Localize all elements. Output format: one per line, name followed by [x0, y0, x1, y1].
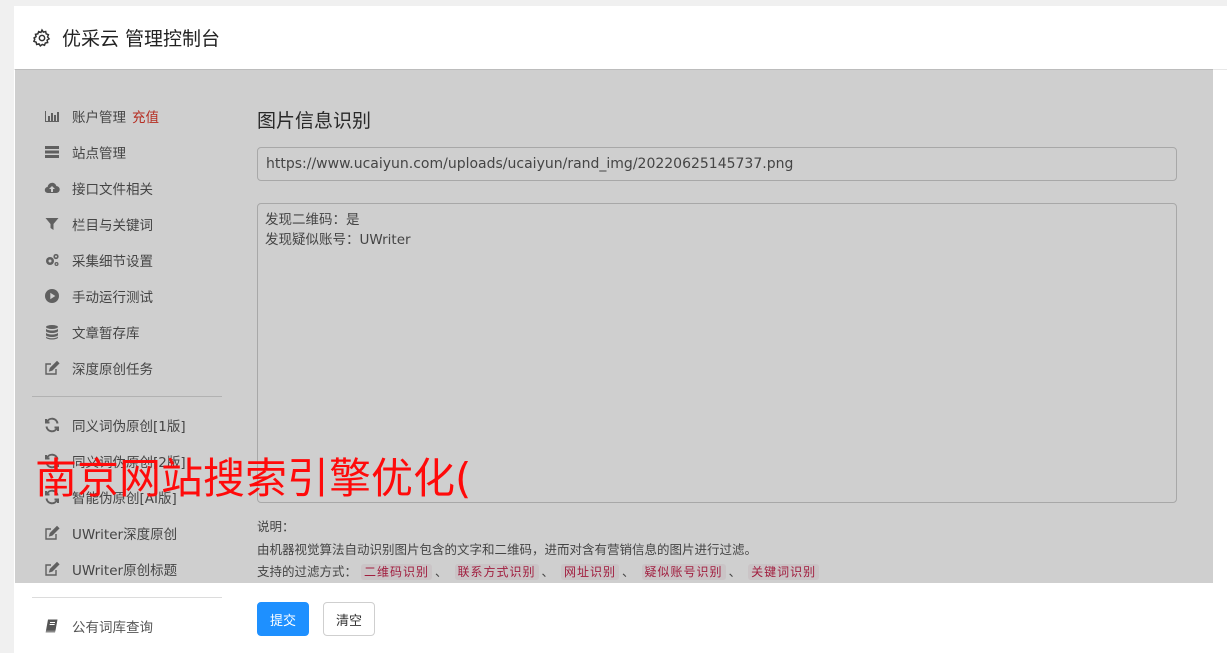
sidebar-item-article-storage[interactable]: 文章暂存库 — [32, 314, 222, 350]
separator: 、 — [541, 564, 555, 579]
sidebar-item-label: 公有词库查询 — [72, 620, 153, 636]
image-url-input[interactable] — [257, 147, 1177, 181]
submit-button[interactable]: 提交 — [257, 602, 310, 636]
filter-tag: 疑似账号识别 — [641, 564, 726, 580]
notes-label: 说明： — [257, 519, 295, 534]
result-line: 发现疑似账号：UWriter — [265, 232, 411, 248]
separator: 、 — [622, 564, 635, 579]
sidebar-item-uwriter-title[interactable]: UWriter原创标题 — [32, 551, 222, 587]
sidebar-item-label: 手动运行测试 — [72, 290, 153, 306]
sidebar-item-account[interactable]: 账户管理 充值 — [32, 98, 222, 134]
recharge-link[interactable]: 充值 — [132, 106, 159, 126]
play-circle-icon — [45, 289, 59, 303]
sidebar-item-synonym-v1[interactable]: 同义词伪原创[1版] — [32, 407, 222, 443]
separator: 、 — [728, 564, 742, 579]
sidebar-item-columns-keywords[interactable]: 栏目与关键词 — [32, 206, 222, 242]
result-line: 发现二维码：是 — [265, 212, 360, 228]
edit-icon — [45, 561, 60, 576]
notes-description: 由机器视觉算法自动识别图片包含的文字和二维码，进而对含有营销信息的图片进行过滤。 — [257, 541, 758, 557]
server-icon — [45, 146, 59, 158]
filter-tag: 关键词识别 — [748, 564, 820, 580]
cogs-icon — [46, 253, 59, 266]
action-buttons: 提交 清空 — [257, 602, 376, 636]
separator: 、 — [435, 564, 448, 579]
sidebar-item-label: 栏目与关键词 — [72, 218, 153, 234]
database-icon — [46, 325, 58, 340]
sidebar-item-interface-files[interactable]: 接口文件相关 — [32, 170, 222, 206]
sidebar-item-label: UWriter深度原创 — [72, 527, 178, 543]
main-content: 图片信息识别 发现二维码：是 发现疑似账号：UWriter 说明： 由机器视觉算… — [257, 104, 1177, 584]
sidebar-item-label: 同义词伪原创[1版] — [72, 419, 186, 435]
filter-tag: 联系方式识别 — [454, 564, 539, 580]
bar-chart-icon — [45, 111, 59, 122]
sidebar-divider — [32, 396, 222, 397]
sidebar-item-uwriter-deep[interactable]: UWriter深度原创 — [32, 515, 222, 551]
sidebar-item-deep-original-tasks[interactable]: 深度原创任务 — [32, 350, 222, 386]
sidebar-item-label: 文章暂存库 — [72, 326, 140, 342]
sidebar-item-label: 采集细节设置 — [72, 254, 153, 270]
sidebar-item-label: UWriter原创标题 — [72, 563, 178, 579]
sidebar-divider — [32, 597, 222, 598]
sidebar-item-collect-settings[interactable]: 采集细节设置 — [32, 242, 222, 278]
sidebar-item-sites[interactable]: 站点管理 — [32, 134, 222, 170]
filter-label: 支持的过滤方式： — [257, 564, 358, 579]
filter-tag: 二维码识别 — [361, 564, 433, 580]
edit-icon — [45, 525, 60, 540]
book-icon — [45, 619, 58, 633]
gear-icon — [32, 28, 51, 47]
filter-methods: 支持的过滤方式： 二维码识别、 联系方式识别、 网址识别、 疑似账号识别、 关键… — [257, 561, 1177, 584]
page-header-title: 优采云 管理控制台 — [62, 28, 221, 50]
sidebar-item-label: 账户管理 — [72, 110, 126, 126]
sidebar: 账户管理 充值 站点管理 接口文件相关 栏目与关键词 采集细节设置 手动运行测试… — [32, 98, 222, 644]
sidebar-item-manual-test[interactable]: 手动运行测试 — [32, 278, 222, 314]
clear-button[interactable]: 清空 — [323, 602, 376, 636]
sidebar-item-label: 站点管理 — [72, 146, 126, 162]
sidebar-item-public-lexicon[interactable]: 公有词库查询 — [32, 608, 222, 644]
filter-icon — [45, 218, 59, 230]
page-title: 图片信息识别 — [257, 110, 372, 132]
notes: 说明： 由机器视觉算法自动识别图片包含的文字和二维码，进而对含有营销信息的图片进… — [257, 516, 1177, 584]
filter-tag: 网址识别 — [561, 564, 620, 580]
sidebar-item-label: 深度原创任务 — [72, 362, 153, 378]
refresh-icon — [45, 417, 59, 433]
cloud-upload-icon — [44, 182, 60, 194]
edit-icon — [45, 360, 60, 375]
header: 优采云 管理控制台 — [14, 6, 1227, 70]
sidebar-item-label: 接口文件相关 — [72, 182, 153, 198]
watermark-text: 南京网站搜索引擎优化( — [35, 454, 472, 503]
